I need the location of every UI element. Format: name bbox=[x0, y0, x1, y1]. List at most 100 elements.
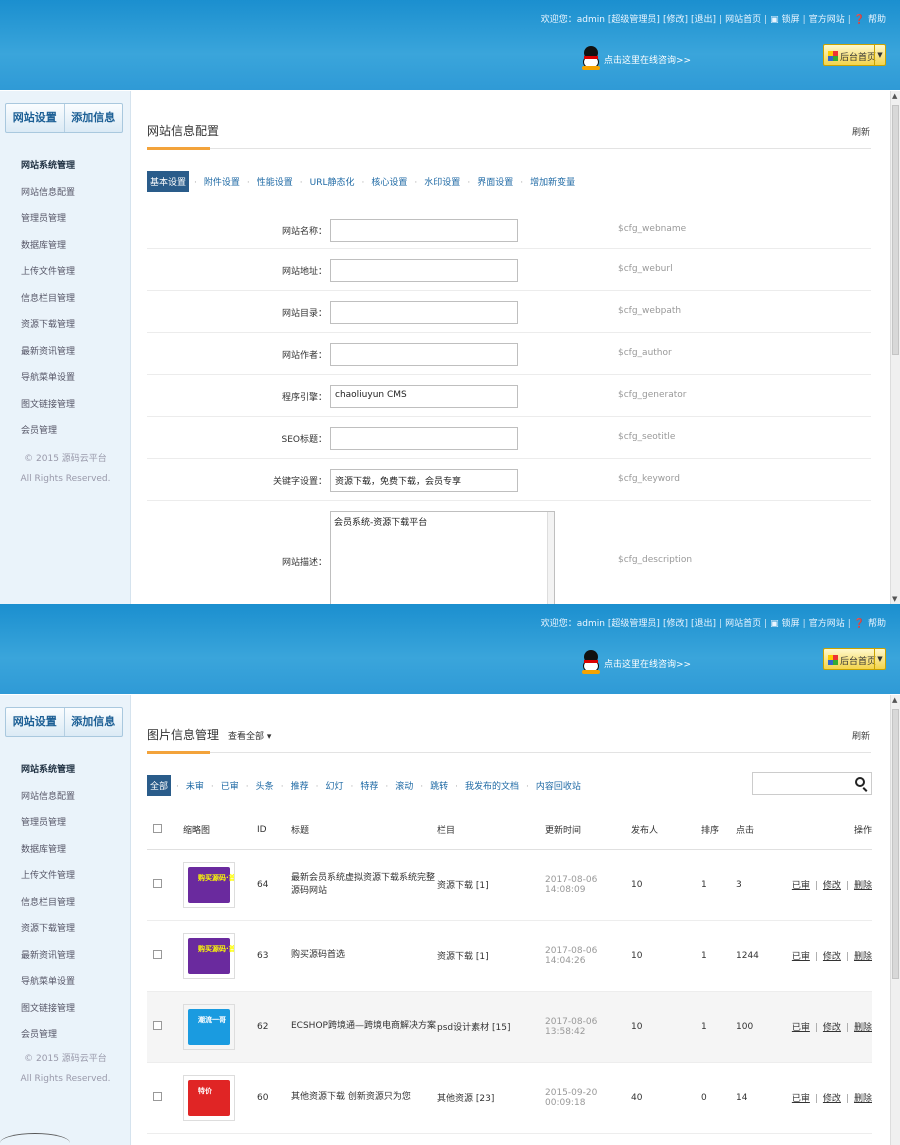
row-column[interactable]: 资源下载 [1] bbox=[437, 920, 545, 992]
edit-link[interactable]: 修改 bbox=[823, 881, 841, 891]
tab-core[interactable]: 核心设置 bbox=[369, 171, 409, 192]
webname-input[interactable] bbox=[330, 219, 518, 242]
scrollbar-thumb[interactable] bbox=[892, 709, 899, 979]
filter-redirect[interactable]: 跳转 bbox=[428, 775, 450, 796]
row-checkbox[interactable] bbox=[147, 1062, 183, 1134]
row-column[interactable]: 其他资源 [23] bbox=[437, 1062, 545, 1134]
filter-my-docs[interactable]: 我发布的文档 bbox=[463, 775, 521, 796]
view-all-dropdown[interactable]: 查看全部 ▾ bbox=[228, 732, 271, 742]
site-home-link[interactable]: 网站首页 bbox=[725, 15, 761, 25]
sidebar-item-uploads[interactable]: 上传文件管理 bbox=[21, 868, 75, 895]
delete-link[interactable]: 删除 bbox=[854, 1023, 872, 1033]
qq-consult-link[interactable]: 点击这里在线咨询>> bbox=[604, 657, 691, 670]
scroll-up-arrow[interactable]: ▲ bbox=[892, 696, 897, 704]
reviewed-link[interactable]: 已审 bbox=[792, 952, 810, 962]
delete-link[interactable]: 删除 bbox=[854, 881, 872, 891]
row-column[interactable]: 资源下载 [1] bbox=[437, 849, 545, 921]
edit-link[interactable]: 修改 bbox=[823, 952, 841, 962]
sidebar-item-members[interactable]: 会员管理 bbox=[21, 423, 75, 450]
keyword-input[interactable]: 资源下载，免费下载，会员专享 bbox=[330, 469, 518, 492]
sidebar-item-admins[interactable]: 管理员管理 bbox=[21, 815, 75, 842]
tab-add-info[interactable]: 添加信息 bbox=[63, 708, 123, 736]
sidebar-item-columns[interactable]: 信息栏目管理 bbox=[21, 291, 75, 318]
reviewed-link[interactable]: 已审 bbox=[792, 1094, 810, 1104]
qq-penguin-icon[interactable] bbox=[582, 46, 600, 70]
scrollbar-thumb[interactable] bbox=[892, 105, 899, 355]
admin-home-button[interactable]: 后台首页 ▼ bbox=[823, 44, 886, 66]
filter-recommended[interactable]: 推荐 bbox=[289, 775, 311, 796]
tab-add-variable[interactable]: 增加新变量 bbox=[528, 171, 577, 192]
lock-screen-link[interactable]: 锁屏 bbox=[782, 619, 800, 629]
chevron-down-icon[interactable]: ▼ bbox=[874, 45, 885, 65]
row-title[interactable]: 其他资源下载 创新资源只为您 bbox=[291, 1062, 437, 1134]
edit-profile-link[interactable]: [修改] bbox=[663, 619, 688, 629]
tab-url-static[interactable]: URL静态化 bbox=[308, 171, 357, 192]
filter-all[interactable]: 全部 bbox=[147, 775, 172, 796]
webpath-input[interactable] bbox=[330, 301, 518, 324]
tab-attachment[interactable]: 附件设置 bbox=[202, 171, 242, 192]
row-title[interactable]: 最新会员系统虚拟资源下载系统完整源码网站 bbox=[291, 849, 437, 921]
tab-basic[interactable]: 基本设置 bbox=[147, 171, 190, 192]
page-scrollbar[interactable]: ▲ bbox=[890, 695, 900, 1145]
logout-link[interactable]: [退出] bbox=[691, 15, 716, 25]
filter-recycle-bin[interactable]: 内容回收站 bbox=[534, 775, 583, 796]
tab-site-settings[interactable]: 网站设置 bbox=[6, 708, 64, 736]
delete-link[interactable]: 删除 bbox=[854, 1094, 872, 1104]
sidebar-item-site-config[interactable]: 网站信息配置 bbox=[21, 185, 75, 212]
qq-consult-link[interactable]: 点击这里在线咨询>> bbox=[604, 53, 691, 66]
row-title[interactable]: 购买源码首选 bbox=[291, 920, 437, 992]
sidebar-item-nav-menu[interactable]: 导航菜单设置 bbox=[21, 974, 75, 1001]
sidebar-item-news[interactable]: 最新资讯管理 bbox=[21, 344, 75, 371]
qq-penguin-icon[interactable] bbox=[582, 650, 600, 674]
scroll-up-arrow[interactable]: ▲ bbox=[892, 92, 897, 100]
thumbnail[interactable]: 购买源码·首选 bbox=[183, 920, 257, 992]
chevron-down-icon[interactable]: ▼ bbox=[874, 649, 885, 669]
thumbnail[interactable]: 潮流一哥 bbox=[183, 991, 257, 1063]
help-link[interactable]: 帮助 bbox=[868, 619, 886, 629]
lock-screen-link[interactable]: 锁屏 bbox=[782, 15, 800, 25]
search-icon[interactable] bbox=[854, 776, 868, 792]
filter-headline[interactable]: 头条 bbox=[254, 775, 276, 796]
seotitle-input[interactable] bbox=[330, 427, 518, 450]
sidebar-item-site-config[interactable]: 网站信息配置 bbox=[21, 789, 75, 816]
select-all-checkbox[interactable] bbox=[147, 811, 183, 850]
generator-input[interactable]: chaoliuyun CMS bbox=[330, 385, 518, 408]
sidebar-item-uploads[interactable]: 上传文件管理 bbox=[21, 264, 75, 291]
reviewed-link[interactable]: 已审 bbox=[792, 881, 810, 891]
sidebar-item-nav-menu[interactable]: 导航菜单设置 bbox=[21, 370, 75, 397]
filter-slideshow[interactable]: 幻灯 bbox=[323, 775, 345, 796]
admin-home-button[interactable]: 后台首页 ▼ bbox=[823, 648, 886, 670]
reviewed-link[interactable]: 已审 bbox=[792, 1023, 810, 1033]
sidebar-item-database[interactable]: 数据库管理 bbox=[21, 238, 75, 265]
site-home-link[interactable]: 网站首页 bbox=[725, 619, 761, 629]
thumbnail[interactable]: 购买源码·首选 bbox=[183, 849, 257, 921]
edit-profile-link[interactable]: [修改] bbox=[663, 15, 688, 25]
sidebar-item-links[interactable]: 图文链接管理 bbox=[21, 1001, 75, 1028]
row-checkbox[interactable] bbox=[147, 991, 183, 1063]
thumbnail[interactable]: 特价 bbox=[183, 1062, 257, 1134]
sidebar-item-downloads[interactable]: 资源下载管理 bbox=[21, 921, 75, 948]
row-title[interactable]: ECSHOP跨境通—跨境电商解决方案 bbox=[291, 991, 437, 1063]
row-checkbox[interactable] bbox=[147, 849, 183, 921]
logout-link[interactable]: [退出] bbox=[691, 619, 716, 629]
edit-link[interactable]: 修改 bbox=[823, 1023, 841, 1033]
filter-special[interactable]: 特荐 bbox=[358, 775, 380, 796]
weburl-input[interactable] bbox=[330, 259, 518, 282]
tab-add-info[interactable]: 添加信息 bbox=[63, 104, 123, 132]
row-checkbox[interactable] bbox=[147, 920, 183, 992]
sidebar-item-news[interactable]: 最新资讯管理 bbox=[21, 948, 75, 975]
filter-unreviewed[interactable]: 未审 bbox=[184, 775, 206, 796]
official-site-link[interactable]: 官方网站 bbox=[809, 619, 845, 629]
refresh-link[interactable]: 刷新 bbox=[852, 729, 870, 742]
textarea-scrollbar[interactable] bbox=[547, 512, 554, 604]
author-input[interactable] bbox=[330, 343, 518, 366]
sidebar-item-system[interactable]: 网站系统管理 bbox=[21, 762, 75, 789]
filter-reviewed[interactable]: 已审 bbox=[219, 775, 241, 796]
sidebar-item-downloads[interactable]: 资源下载管理 bbox=[21, 317, 75, 344]
sidebar-item-links[interactable]: 图文链接管理 bbox=[21, 397, 75, 424]
sidebar-item-admins[interactable]: 管理员管理 bbox=[21, 211, 75, 238]
official-site-link[interactable]: 官方网站 bbox=[809, 15, 845, 25]
tab-watermark[interactable]: 水印设置 bbox=[422, 171, 462, 192]
tab-performance[interactable]: 性能设置 bbox=[255, 171, 295, 192]
sidebar-item-columns[interactable]: 信息栏目管理 bbox=[21, 895, 75, 922]
